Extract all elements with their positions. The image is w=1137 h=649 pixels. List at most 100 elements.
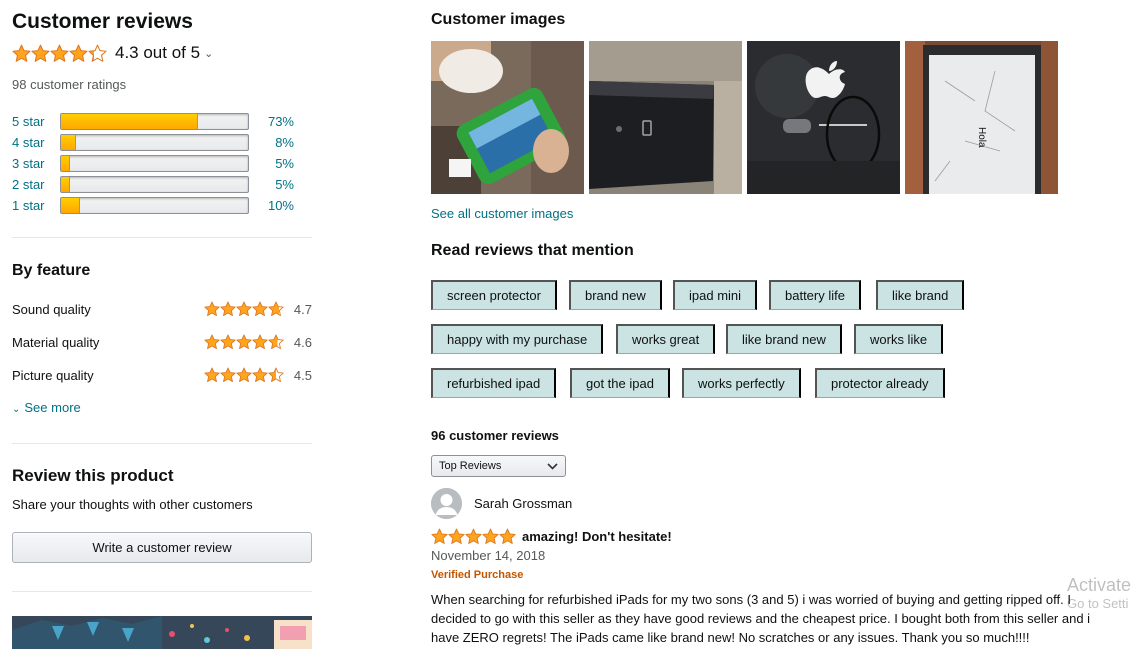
- star-icon: [252, 301, 268, 316]
- chevron-down-icon: ⌄: [204, 47, 214, 60]
- customer-image-3[interactable]: [747, 41, 900, 194]
- review-body: When searching for refurbished iPads for…: [431, 592, 1091, 645]
- star-icon: [50, 44, 69, 62]
- feature-rating-value: 4.5: [293, 367, 312, 383]
- star-icon: [220, 367, 236, 382]
- mention-chip[interactable]: refurbished ipad: [431, 368, 557, 398]
- mention-chip[interactable]: works great: [616, 324, 716, 354]
- star-icon: [482, 528, 499, 544]
- histogram-bar-fill: [61, 156, 71, 171]
- star-icon: [204, 334, 220, 349]
- overall-rating-text: 4.3 out of 5: [115, 43, 201, 62]
- overall-stars: [12, 44, 107, 63]
- review-stars: [431, 528, 516, 545]
- watermark-line1: Activate: [1067, 575, 1132, 595]
- histogram-bar-fill: [61, 198, 80, 213]
- review-count: 96 customer reviews: [431, 428, 559, 443]
- reviewer-profile[interactable]: Sarah Grossman: [431, 488, 572, 519]
- star-icon: [236, 334, 252, 349]
- feature-stars: [204, 367, 284, 383]
- customer-image-4[interactable]: Hola: [905, 41, 1058, 194]
- customer-reviews-heading: Customer reviews: [12, 10, 193, 33]
- histogram-percent[interactable]: 5%: [249, 177, 294, 192]
- histogram-bar[interactable]: [60, 197, 249, 214]
- customer-images-heading: Customer images: [431, 11, 566, 28]
- histogram-row[interactable]: 5 star 73%: [12, 111, 294, 132]
- star-icon: [88, 44, 107, 62]
- histogram-star-label[interactable]: 2 star: [12, 177, 60, 192]
- histogram-star-label[interactable]: 5 star: [12, 114, 60, 129]
- star-icon: [220, 301, 236, 316]
- histogram-bar-fill: [61, 135, 76, 150]
- divider: [12, 591, 312, 592]
- user-icon: [431, 488, 462, 519]
- overall-rating[interactable]: 4.3 out of 5 ⌄: [12, 42, 213, 64]
- star-icon: [204, 367, 220, 382]
- histogram-bar[interactable]: [60, 155, 249, 172]
- histogram-star-label[interactable]: 3 star: [12, 156, 60, 171]
- star-icon: [236, 367, 252, 382]
- star-icon: [268, 367, 284, 382]
- mention-chip[interactable]: happy with my purchase: [431, 324, 604, 354]
- by-feature-heading: By feature: [12, 262, 91, 279]
- see-all-images-link[interactable]: See all customer images: [431, 206, 573, 221]
- histogram-row[interactable]: 4 star 8%: [12, 132, 294, 153]
- mention-chip[interactable]: screen protector: [431, 280, 557, 310]
- histogram-star-label[interactable]: 4 star: [12, 135, 60, 150]
- mention-chip[interactable]: got the ipad: [570, 368, 670, 398]
- histogram-percent[interactable]: 5%: [249, 156, 294, 171]
- star-icon: [431, 528, 448, 544]
- star-icon: [204, 301, 220, 316]
- feature-name: Sound quality: [12, 301, 91, 317]
- write-review-button[interactable]: Write a customer review: [12, 532, 312, 563]
- mention-chip[interactable]: like brand new: [726, 324, 842, 354]
- histogram-percent[interactable]: 73%: [249, 114, 294, 129]
- histogram-row[interactable]: 3 star 5%: [12, 153, 294, 174]
- star-icon: [268, 301, 284, 316]
- watermark-line2: Go to Setti: [1067, 596, 1129, 611]
- activate-windows-watermark: Activate Go to Setti: [1067, 575, 1137, 611]
- ad-banner-image[interactable]: [12, 616, 312, 649]
- star-icon: [236, 301, 252, 316]
- histogram-bar[interactable]: [60, 176, 249, 193]
- star-icon: [69, 44, 88, 62]
- feature-row: Sound quality 4.7: [12, 300, 312, 318]
- mention-chip[interactable]: ipad mini: [673, 280, 758, 310]
- mention-chip[interactable]: like brand: [876, 280, 965, 310]
- mention-chip[interactable]: works perfectly: [682, 368, 801, 398]
- customer-images-gallery: Hola: [431, 41, 1058, 194]
- feature-stars: [204, 334, 284, 350]
- review-date: November 14, 2018: [431, 548, 546, 563]
- mention-chip[interactable]: battery life: [769, 280, 861, 310]
- star-icon: [252, 367, 268, 382]
- mention-chip[interactable]: works like: [854, 324, 944, 354]
- reviewer-name: Sarah Grossman: [474, 496, 573, 511]
- review-header[interactable]: amazing! Don't hesitate!: [431, 528, 672, 545]
- share-thoughts-text: Share your thoughts with other customers: [12, 497, 253, 512]
- see-more-label: See more: [24, 400, 81, 415]
- star-icon: [220, 334, 236, 349]
- see-more-link[interactable]: ⌄ See more: [12, 400, 81, 415]
- star-icon: [252, 334, 268, 349]
- sort-reviews-select[interactable]: Top Reviews: [431, 455, 566, 477]
- histogram-bar[interactable]: [60, 113, 249, 130]
- review-product-heading: Review this product: [12, 466, 174, 485]
- avatar: [431, 488, 462, 519]
- customer-image-1[interactable]: [431, 41, 584, 194]
- histogram-row[interactable]: 1 star 10%: [12, 195, 294, 216]
- feature-rating-value: 4.7: [293, 301, 312, 317]
- histogram-star-label[interactable]: 1 star: [12, 198, 60, 213]
- histogram-percent[interactable]: 8%: [249, 135, 294, 150]
- mentions-heading: Read reviews that mention: [431, 242, 634, 259]
- feature-rating-value: 4.6: [293, 334, 312, 350]
- star-icon: [12, 44, 31, 62]
- feature-stars: [204, 301, 284, 317]
- ratings-count: 98 customer ratings: [12, 77, 127, 92]
- mention-chip[interactable]: protector already: [815, 368, 945, 398]
- histogram-bar[interactable]: [60, 134, 249, 151]
- histogram-percent[interactable]: 10%: [249, 198, 294, 213]
- customer-image-2[interactable]: [589, 41, 742, 194]
- chevron-down-icon: ⌄: [12, 404, 21, 415]
- mention-chip[interactable]: brand new: [569, 280, 662, 310]
- histogram-row[interactable]: 2 star 5%: [12, 174, 294, 195]
